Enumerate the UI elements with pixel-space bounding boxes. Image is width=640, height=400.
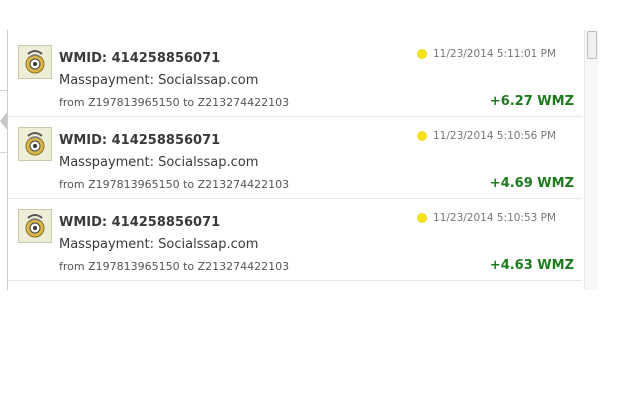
- transaction-amount: +4.69 WMZ: [489, 176, 574, 191]
- transaction-timestamp: 11/23/2014 5:10:53 PM: [433, 212, 557, 224]
- left-divider-line: [0, 152, 7, 153]
- wmid-label: WMID: 414258856071: [59, 51, 221, 66]
- status-dot-icon: [417, 131, 427, 141]
- transaction-route: from Z197813965150 to Z213274422103: [59, 96, 290, 109]
- transaction-title: Masspayment: Socialssap.com: [59, 155, 259, 170]
- collapse-handle-icon[interactable]: [0, 112, 7, 130]
- transaction-route: from Z197813965150 to Z213274422103: [59, 178, 290, 191]
- transaction-panel: WMID: 414258856071 Masspayment: Socialss…: [7, 30, 598, 290]
- webmoney-avatar-icon: [18, 209, 52, 243]
- transaction-item[interactable]: WMID: 414258856071 Masspayment: Socialss…: [8, 117, 582, 199]
- transaction-amount: +6.27 WMZ: [489, 94, 574, 109]
- transaction-route: from Z197813965150 to Z213274422103: [59, 260, 290, 273]
- webmoney-avatar-icon: [18, 45, 52, 79]
- transaction-timestamp: 11/23/2014 5:10:56 PM: [433, 130, 557, 142]
- transaction-timestamp: 11/23/2014 5:11:01 PM: [433, 48, 557, 60]
- transaction-item[interactable]: WMID: 414258856071 Masspayment: Socialss…: [8, 199, 582, 281]
- scrollbar-thumb[interactable]: [587, 31, 597, 59]
- vertical-scrollbar[interactable]: [584, 30, 598, 290]
- transaction-title: Masspayment: Socialssap.com: [59, 237, 259, 252]
- status-dot-icon: [417, 49, 427, 59]
- transaction-amount: +4.63 WMZ: [489, 258, 574, 273]
- wmid-label: WMID: 414258856071: [59, 215, 221, 230]
- transaction-title: Masspayment: Socialssap.com: [59, 73, 259, 88]
- status-dot-icon: [417, 213, 427, 223]
- webmoney-avatar-icon: [18, 127, 52, 161]
- transaction-list: WMID: 414258856071 Masspayment: Socialss…: [8, 30, 582, 290]
- left-divider-line: [0, 90, 7, 91]
- transaction-item[interactable]: WMID: 414258856071 Masspayment: Socialss…: [8, 35, 582, 117]
- wmid-label: WMID: 414258856071: [59, 133, 221, 148]
